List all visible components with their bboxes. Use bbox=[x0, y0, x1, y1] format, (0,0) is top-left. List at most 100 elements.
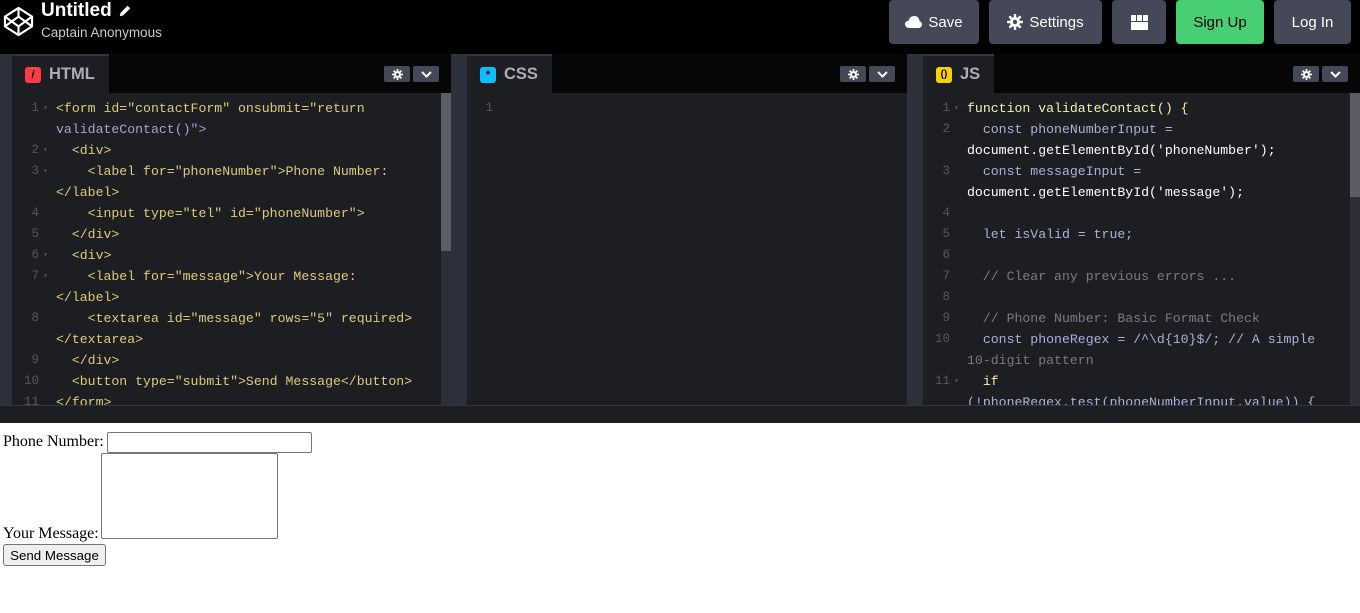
chevron-down-icon bbox=[1329, 70, 1341, 78]
line-number: 6 bbox=[942, 248, 950, 262]
resize-handle-html-css[interactable] bbox=[451, 54, 467, 405]
fold-arrow-icon[interactable]: ▾ bbox=[43, 245, 48, 266]
save-button[interactable]: Save bbox=[889, 0, 979, 44]
js-code-editor[interactable]: 1 2 3 4 5 6 7 8 9 10 11 ▾ ▾ function val… bbox=[923, 93, 1360, 405]
code-line: validateContact()"> bbox=[56, 122, 207, 137]
fold-arrow-icon[interactable]: ▾ bbox=[43, 266, 48, 287]
message-textarea[interactable] bbox=[101, 453, 278, 539]
code-line: <label for="phoneNumber">Phone Number: bbox=[56, 164, 389, 179]
line-number: 1 bbox=[942, 101, 950, 115]
html-editor-panel: / HTML 1 2 3 4 5 6 7 8 9 10 11 ▾ ▾ ▾ ▾ ▾… bbox=[12, 54, 451, 405]
change-view-button[interactable] bbox=[1112, 0, 1166, 44]
code-line: <label for="message">Your Message: bbox=[56, 269, 357, 284]
js-panel-header: () JS bbox=[923, 54, 1360, 93]
code-line: const phoneNumberInput = bbox=[967, 122, 1173, 137]
js-editor-panel: () JS 1 2 3 4 5 6 7 8 9 10 11 ▾ ▾ functi… bbox=[923, 54, 1360, 405]
code-line: </textarea> bbox=[56, 332, 144, 347]
line-number: 9 bbox=[31, 353, 39, 367]
line-number: 2 bbox=[31, 143, 39, 157]
html-settings-button[interactable] bbox=[384, 66, 410, 82]
phone-number-input[interactable] bbox=[107, 432, 312, 453]
gear-icon bbox=[391, 68, 403, 80]
fold-arrow-icon[interactable]: ▾ bbox=[43, 161, 48, 182]
phone-number-label: Phone Number: bbox=[3, 433, 104, 450]
preview-resize-handle[interactable] bbox=[0, 405, 1360, 423]
gear-icon bbox=[1007, 14, 1024, 30]
css-code-editor[interactable]: 1 bbox=[467, 93, 907, 405]
fold-arrow-icon[interactable]: ▾ bbox=[954, 98, 959, 119]
settings-button[interactable]: Settings bbox=[989, 0, 1102, 44]
chevron-down-icon bbox=[420, 70, 432, 78]
line-number: 11 bbox=[934, 374, 950, 388]
pen-author[interactable]: Captain Anonymous bbox=[41, 25, 162, 40]
code-line: document.getElementById('message'); bbox=[967, 185, 1244, 200]
resize-handle-css-js[interactable] bbox=[907, 54, 923, 405]
line-number: 4 bbox=[942, 206, 950, 220]
html-tab[interactable]: / HTML bbox=[12, 54, 109, 93]
css-badge-icon: * bbox=[480, 66, 496, 83]
html-tab-label: HTML bbox=[49, 65, 95, 83]
your-message-label: Your Message: bbox=[3, 525, 99, 542]
html-panel-header: / HTML bbox=[12, 54, 451, 93]
js-tab[interactable]: () JS bbox=[923, 54, 995, 93]
code-line: (!phoneRegex.test(phoneNumberInput.value… bbox=[967, 395, 1316, 405]
sign-up-button[interactable]: Sign Up bbox=[1176, 0, 1264, 44]
fold-arrow-icon[interactable]: ▾ bbox=[43, 140, 48, 161]
css-collapse-button[interactable] bbox=[869, 66, 895, 82]
code-line: function validateContact() { bbox=[967, 101, 1189, 116]
line-number: 1 bbox=[31, 101, 39, 115]
log-in-button[interactable]: Log In bbox=[1274, 0, 1351, 44]
css-panel-header: * CSS bbox=[467, 54, 907, 93]
gear-icon bbox=[847, 68, 859, 80]
js-scrollbar[interactable] bbox=[1350, 93, 1360, 405]
pen-title[interactable]: Untitled bbox=[41, 0, 162, 22]
line-number: 8 bbox=[31, 311, 39, 325]
chevron-down-icon bbox=[876, 70, 888, 78]
line-number: 10 bbox=[23, 374, 39, 388]
css-tab[interactable]: * CSS bbox=[467, 54, 552, 93]
pen-title-block: Untitled Captain Anonymous bbox=[41, 0, 162, 40]
send-message-button[interactable]: Send Message bbox=[3, 544, 106, 566]
code-line: </label> bbox=[56, 185, 120, 200]
js-badge-icon: () bbox=[936, 66, 952, 83]
code-line: <div> bbox=[56, 248, 112, 263]
code-line: if bbox=[967, 374, 999, 389]
pencil-icon[interactable] bbox=[118, 4, 132, 18]
html-collapse-button[interactable] bbox=[413, 66, 439, 82]
code-line: <form id="contactForm" onsubmit="return bbox=[56, 101, 365, 116]
code-line: const phoneRegex = /^\d{10}$/; // A simp… bbox=[967, 332, 1316, 347]
css-tab-label: CSS bbox=[504, 65, 538, 83]
code-line: <button type="submit">Send Message</butt… bbox=[56, 374, 413, 389]
html-code-editor[interactable]: 1 2 3 4 5 6 7 8 9 10 11 ▾ ▾ ▾ ▾ ▾ <form … bbox=[12, 93, 451, 405]
top-bar: Untitled Captain Anonymous Save Settings bbox=[0, 0, 1360, 54]
code-line: </label> bbox=[56, 290, 120, 305]
line-number: 7 bbox=[942, 269, 950, 283]
code-line: <div> bbox=[56, 143, 112, 158]
pen-title-text: Untitled bbox=[41, 0, 112, 21]
save-label: Save bbox=[928, 13, 963, 31]
html-scrollbar-thumb[interactable] bbox=[441, 93, 451, 251]
code-line: </div> bbox=[56, 353, 120, 368]
code-line: <input type="tel" id="phoneNumber"> bbox=[56, 206, 365, 221]
left-gutter bbox=[0, 54, 12, 405]
js-collapse-button[interactable] bbox=[1322, 66, 1348, 82]
code-line: <textarea id="message" rows="5" required… bbox=[56, 311, 413, 326]
fold-arrow-icon[interactable]: ▾ bbox=[954, 371, 959, 392]
code-line: // Phone Number: Basic Format Check bbox=[967, 311, 1260, 326]
code-line: let isValid = true; bbox=[967, 227, 1134, 242]
line-number: 5 bbox=[942, 227, 950, 241]
css-settings-button[interactable] bbox=[840, 66, 866, 82]
gear-icon bbox=[1300, 68, 1312, 80]
editor-area: / HTML 1 2 3 4 5 6 7 8 9 10 11 ▾ ▾ ▾ ▾ ▾… bbox=[0, 54, 1360, 405]
line-number: 3 bbox=[942, 164, 950, 178]
fold-arrow-icon[interactable]: ▾ bbox=[43, 98, 48, 119]
line-number: 2 bbox=[942, 122, 950, 136]
layout-grid-icon bbox=[1130, 14, 1148, 30]
codepen-logo-icon[interactable] bbox=[3, 6, 34, 37]
js-scrollbar-thumb[interactable] bbox=[1350, 93, 1360, 197]
line-number: 5 bbox=[31, 227, 39, 241]
html-scrollbar[interactable] bbox=[441, 93, 451, 405]
settings-label: Settings bbox=[1029, 13, 1084, 31]
js-settings-button[interactable] bbox=[1293, 66, 1319, 82]
css-editor-panel: * CSS 1 bbox=[467, 54, 907, 405]
